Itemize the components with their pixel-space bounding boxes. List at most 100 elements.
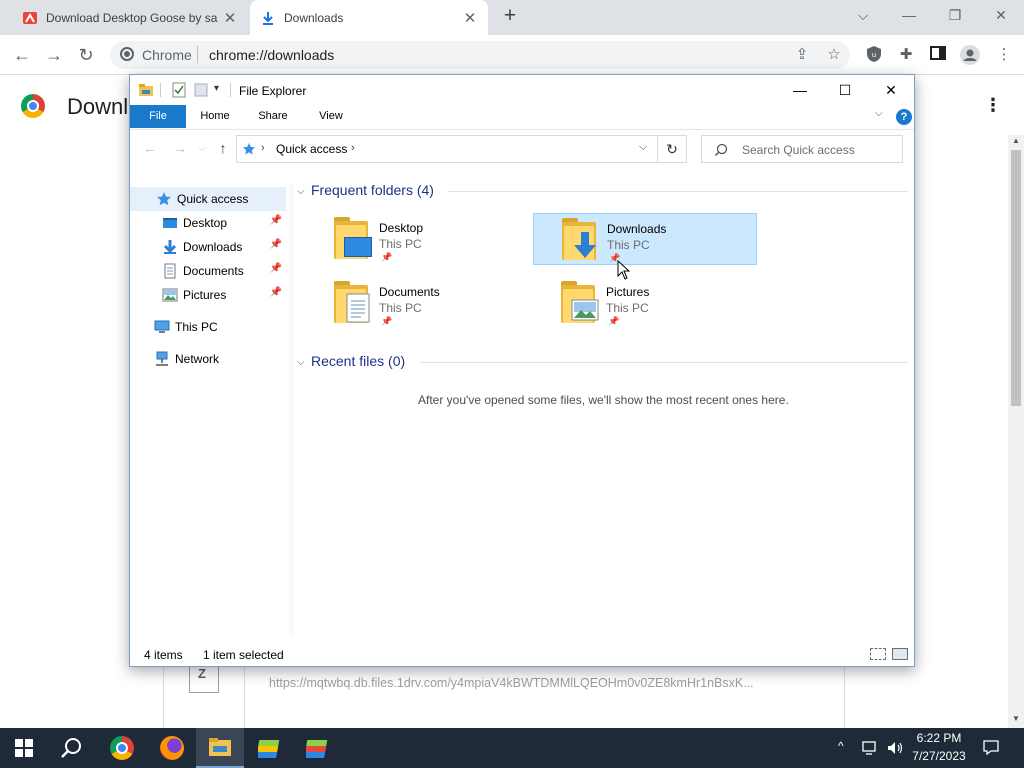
nav-item-quick-access[interactable]: Quick access	[130, 187, 286, 211]
page-scrollbar-thumb[interactable]	[1011, 150, 1021, 406]
desktop-folder-icon	[332, 217, 372, 261]
documents-icon	[164, 263, 176, 279]
page-menu-icon[interactable]: ⋮	[984, 95, 1002, 116]
download-url[interactable]: https://mqtwbq.db.files.1drv.com/y4mpiaV…	[269, 676, 754, 690]
bluestacks-multi-icon[interactable]	[294, 728, 342, 768]
collapse-chevron-icon[interactable]: ⌵	[297, 357, 305, 368]
nav-item-downloads[interactable]: Downloads 📌	[130, 235, 286, 259]
refresh-icon[interactable]: ↻	[658, 135, 687, 163]
downloads-folder-icon	[560, 218, 600, 262]
notifications-icon[interactable]	[982, 738, 1000, 756]
tab-close-icon[interactable]: ✕	[462, 9, 478, 27]
breadcrumb-chevron-icon[interactable]: ›	[261, 142, 265, 154]
collapse-chevron-icon[interactable]: ⌵	[297, 186, 305, 197]
explorer-maximize-button[interactable]: ☐	[822, 75, 868, 105]
mouse-cursor-icon	[617, 260, 631, 280]
large-icons-view-icon[interactable]	[892, 648, 908, 660]
share-icon[interactable]: ⇪	[792, 45, 812, 65]
show-hidden-icons-chevron-icon[interactable]: ^	[838, 739, 844, 753]
omnibox-site-label: Chrome	[142, 47, 192, 63]
properties-icon[interactable]	[172, 82, 186, 98]
scroll-down-icon[interactable]: ▼	[1008, 714, 1024, 723]
tab-share[interactable]: Share	[250, 105, 296, 128]
nav-item-desktop[interactable]: Desktop 📌	[130, 211, 286, 235]
breadcrumb-quick-access[interactable]: Quick access	[276, 142, 347, 156]
explorer-forward-icon[interactable]: →	[170, 138, 190, 158]
recent-locations-chevron-icon[interactable]: ⌵	[192, 138, 212, 158]
breadcrumb-chevron-icon[interactable]: ›	[351, 142, 355, 154]
folder-location: This PC	[607, 238, 650, 252]
pin-icon: 📌	[608, 316, 620, 326]
tab-desktop-goose[interactable]: Download Desktop Goose by sa ✕	[12, 0, 248, 35]
tab-title: Download Desktop Goose by sa	[46, 10, 218, 25]
explorer-close-button[interactable]: ✕	[868, 75, 914, 105]
extensions-puzzle-icon[interactable]: ✚	[896, 45, 916, 65]
browser-restore-button[interactable]: ❐	[932, 0, 978, 30]
nav-item-pictures[interactable]: Pictures 📌	[130, 283, 286, 307]
search-input[interactable]: Search Quick access	[701, 135, 903, 163]
expand-ribbon-chevron-icon[interactable]: ⌵	[875, 108, 883, 119]
pin-icon: 📌	[269, 287, 282, 298]
explorer-minimize-button[interactable]: —	[777, 75, 823, 105]
help-icon[interactable]: ?	[896, 109, 912, 125]
folder-tile-documents[interactable]: Documents This PC 📌	[306, 277, 530, 329]
clock-time[interactable]: 6:22 PM	[906, 731, 972, 745]
folder-tile-desktop[interactable]: Desktop This PC 📌	[306, 213, 530, 265]
tab-downloads[interactable]: Downloads ✕	[250, 0, 488, 35]
volume-icon[interactable]	[886, 740, 904, 756]
nav-item-documents[interactable]: Documents 📌	[130, 259, 286, 283]
clock-date[interactable]: 7/27/2023	[906, 749, 972, 763]
profile-avatar-icon[interactable]	[960, 45, 980, 65]
firefox-icon[interactable]	[148, 728, 196, 768]
browser-menu-icon[interactable]: ⋮	[994, 45, 1014, 65]
new-folder-icon[interactable]	[194, 82, 208, 98]
folder-location: This PC	[379, 301, 422, 315]
frequent-folders-header[interactable]: Frequent folders (4)	[311, 182, 434, 198]
details-view-icon[interactable]	[870, 648, 886, 660]
bluestacks-icon[interactable]	[246, 728, 294, 768]
forward-arrow-icon[interactable]: →	[43, 44, 65, 66]
tab-close-icon[interactable]: ✕	[222, 9, 238, 27]
omnibox-url[interactable]: chrome://downloads	[209, 47, 334, 63]
navigation-pane-divider[interactable]	[286, 183, 294, 637]
pin-icon: 📌	[269, 239, 282, 250]
browser-minimize-button[interactable]: —	[886, 0, 932, 30]
nav-item-network[interactable]: Network	[130, 347, 286, 371]
reload-icon[interactable]: ↻	[75, 44, 97, 66]
folder-tile-pictures[interactable]: Pictures This PC 📌	[533, 277, 757, 329]
selection-count: 1 item selected	[203, 648, 284, 662]
bookmark-star-icon[interactable]: ☆	[824, 45, 844, 65]
up-arrow-icon[interactable]: ↑	[213, 138, 233, 158]
site-info-icon[interactable]	[120, 47, 134, 61]
explorer-back-icon[interactable]: ←	[140, 138, 160, 158]
folder-tile-downloads[interactable]: Downloads This PC 📌	[533, 213, 757, 265]
ublock-shield-icon[interactable]: u	[864, 45, 884, 65]
back-arrow-icon[interactable]: ←	[11, 44, 33, 66]
zip-file-icon[interactable]: Z	[189, 666, 219, 693]
file-explorer-icon[interactable]	[196, 728, 244, 768]
computer-icon	[154, 320, 170, 333]
browser-close-button[interactable]: ✕	[978, 0, 1024, 30]
quick-access-star-icon	[157, 192, 171, 206]
folder-name: Documents	[379, 285, 440, 299]
tab-view[interactable]: View	[308, 105, 354, 128]
scroll-up-icon[interactable]: ▲	[1008, 136, 1024, 145]
recent-files-header[interactable]: Recent files (0)	[311, 353, 405, 369]
tab-home[interactable]: Home	[192, 105, 238, 128]
tab-search-chevron-icon[interactable]: ⌵	[840, 0, 886, 30]
windows-start-icon[interactable]	[0, 728, 48, 768]
customize-qat-icon[interactable]: ▾	[214, 83, 219, 94]
chrome-icon[interactable]	[98, 728, 146, 768]
side-panel-icon[interactable]	[928, 45, 948, 65]
search-icon	[714, 143, 728, 157]
new-tab-button[interactable]: +	[498, 5, 522, 29]
nav-label: Quick access	[177, 192, 249, 206]
site-favicon-icon	[23, 11, 37, 24]
tab-file[interactable]: File	[130, 105, 186, 128]
nav-item-this-pc[interactable]: This PC	[130, 315, 286, 339]
search-icon[interactable]	[48, 728, 96, 768]
address-dropdown-icon[interactable]: ⌵	[639, 141, 647, 154]
address-bar[interactable]: › Quick access › ⌵	[236, 135, 658, 163]
network-status-icon[interactable]	[862, 740, 880, 756]
folder-name: Downloads	[607, 222, 667, 236]
